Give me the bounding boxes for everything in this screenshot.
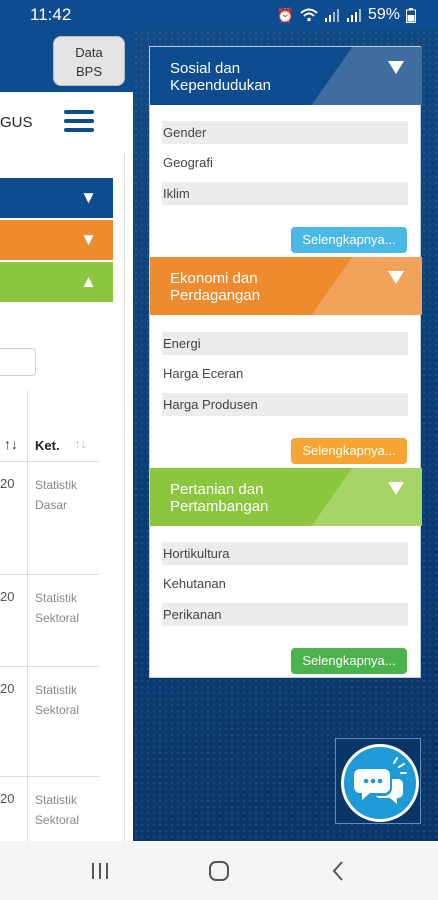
category-item[interactable]: Perikanan [162,603,408,626]
category-band-green[interactable]: ▲ [0,262,113,302]
category-item[interactable]: Gender [162,121,408,144]
page-header: Data BPS [0,30,133,92]
status-icons: ⏰ 59% [277,6,416,24]
sort-icon[interactable]: ↑↓ [4,436,18,452]
category-panel: Sosial dan Kependudukan Gender Geografi … [149,46,422,678]
caret-down-icon [388,271,404,284]
battery-icon [406,7,416,23]
signal-icon [346,9,361,22]
background-page: Data BPS GUS ▼ ▼ ▲ ↑↓ Ket. ↑↓ 20 Statist… [0,30,133,841]
data-bps-label-line2: BPS [75,64,102,79]
wifi-icon [300,8,318,22]
caret-down-icon: ▼ [80,230,97,249]
category-title: Pertanian dan Pertambangan [170,481,269,515]
page-title: GUS [0,114,33,131]
status-bar: 11:42 ⏰ 59% [0,0,438,30]
sort-icon[interactable]: ↑↓ [74,436,87,451]
category-item[interactable]: Harga Produsen [162,393,408,416]
category-band-blue[interactable]: ▼ [0,178,113,218]
more-button-ekonomi[interactable]: Selengkapnya... [291,438,407,464]
more-button-pertanian[interactable]: Selengkapnya... [291,648,407,674]
cell-ket: Statistik Sektoral [35,683,80,717]
category-title: Ekonomi dan Perdagangan [170,270,261,304]
cell-year: 20 [0,681,15,696]
cell-year: 20 [0,589,15,604]
menu-icon[interactable] [64,110,94,134]
system-nav-bar [0,841,438,900]
category-item[interactable]: Kehutanan [162,572,408,595]
caret-up-icon: ▲ [80,272,97,291]
category-item[interactable]: Iklim [162,182,408,205]
home-button[interactable] [189,851,249,891]
category-item[interactable]: Geografi [162,151,408,174]
table-row[interactable]: 20 Statistik Dasar [0,462,100,575]
caret-down-icon [388,61,404,74]
category-item[interactable]: Hortikultura [162,542,408,565]
cell-year: 20 [0,476,15,491]
search-input[interactable] [0,348,36,376]
chat-button[interactable] [341,744,419,822]
recent-apps-icon [91,862,108,879]
category-header-ekonomi[interactable]: Ekonomi dan Perdagangan [150,257,422,315]
category-title: Sosial dan Kependudukan [170,60,271,94]
recent-apps-button[interactable] [70,851,130,891]
table-row[interactable]: 20 Statistik Sektoral [0,777,100,841]
category-band-orange[interactable]: ▼ [0,220,113,260]
table-row[interactable]: 20 Statistik Sektoral [0,667,100,777]
caret-down-icon [388,482,404,495]
more-button-sosial[interactable]: Selengkapnya... [291,227,407,253]
battery-level: 59% [367,6,400,23]
table-row[interactable]: 20 Statistik Sektoral [0,575,100,667]
alarm-icon: ⏰ [276,6,294,23]
cell-year: 20 [0,791,15,806]
data-bps-button[interactable]: Data BPS [53,36,125,86]
home-icon [208,860,229,881]
table-header: ↑↓ Ket. ↑↓ [0,390,100,462]
cell-ket: Statistik Sektoral [35,591,80,625]
category-item[interactable]: Harga Eceran [162,362,408,385]
category-item[interactable]: Energi [162,332,408,355]
caret-down-icon: ▼ [80,188,97,207]
data-bps-label-line1: Data [75,45,103,60]
category-drawer: Sosial dan Kependudukan Gender Geografi … [133,30,438,841]
status-time: 11:42 [30,5,72,24]
cell-ket: Statistik Sektoral [35,793,80,827]
back-icon [332,860,344,881]
signal-icon [324,9,339,22]
chat-bubbles-icon [354,757,407,804]
cell-ket: Statistik Dasar [35,478,78,512]
category-header-pertanian[interactable]: Pertanian dan Pertambangan [150,468,422,526]
back-button[interactable] [308,851,368,891]
column-header-ket[interactable]: Ket. [35,438,60,453]
category-header-sosial[interactable]: Sosial dan Kependudukan [150,47,422,105]
